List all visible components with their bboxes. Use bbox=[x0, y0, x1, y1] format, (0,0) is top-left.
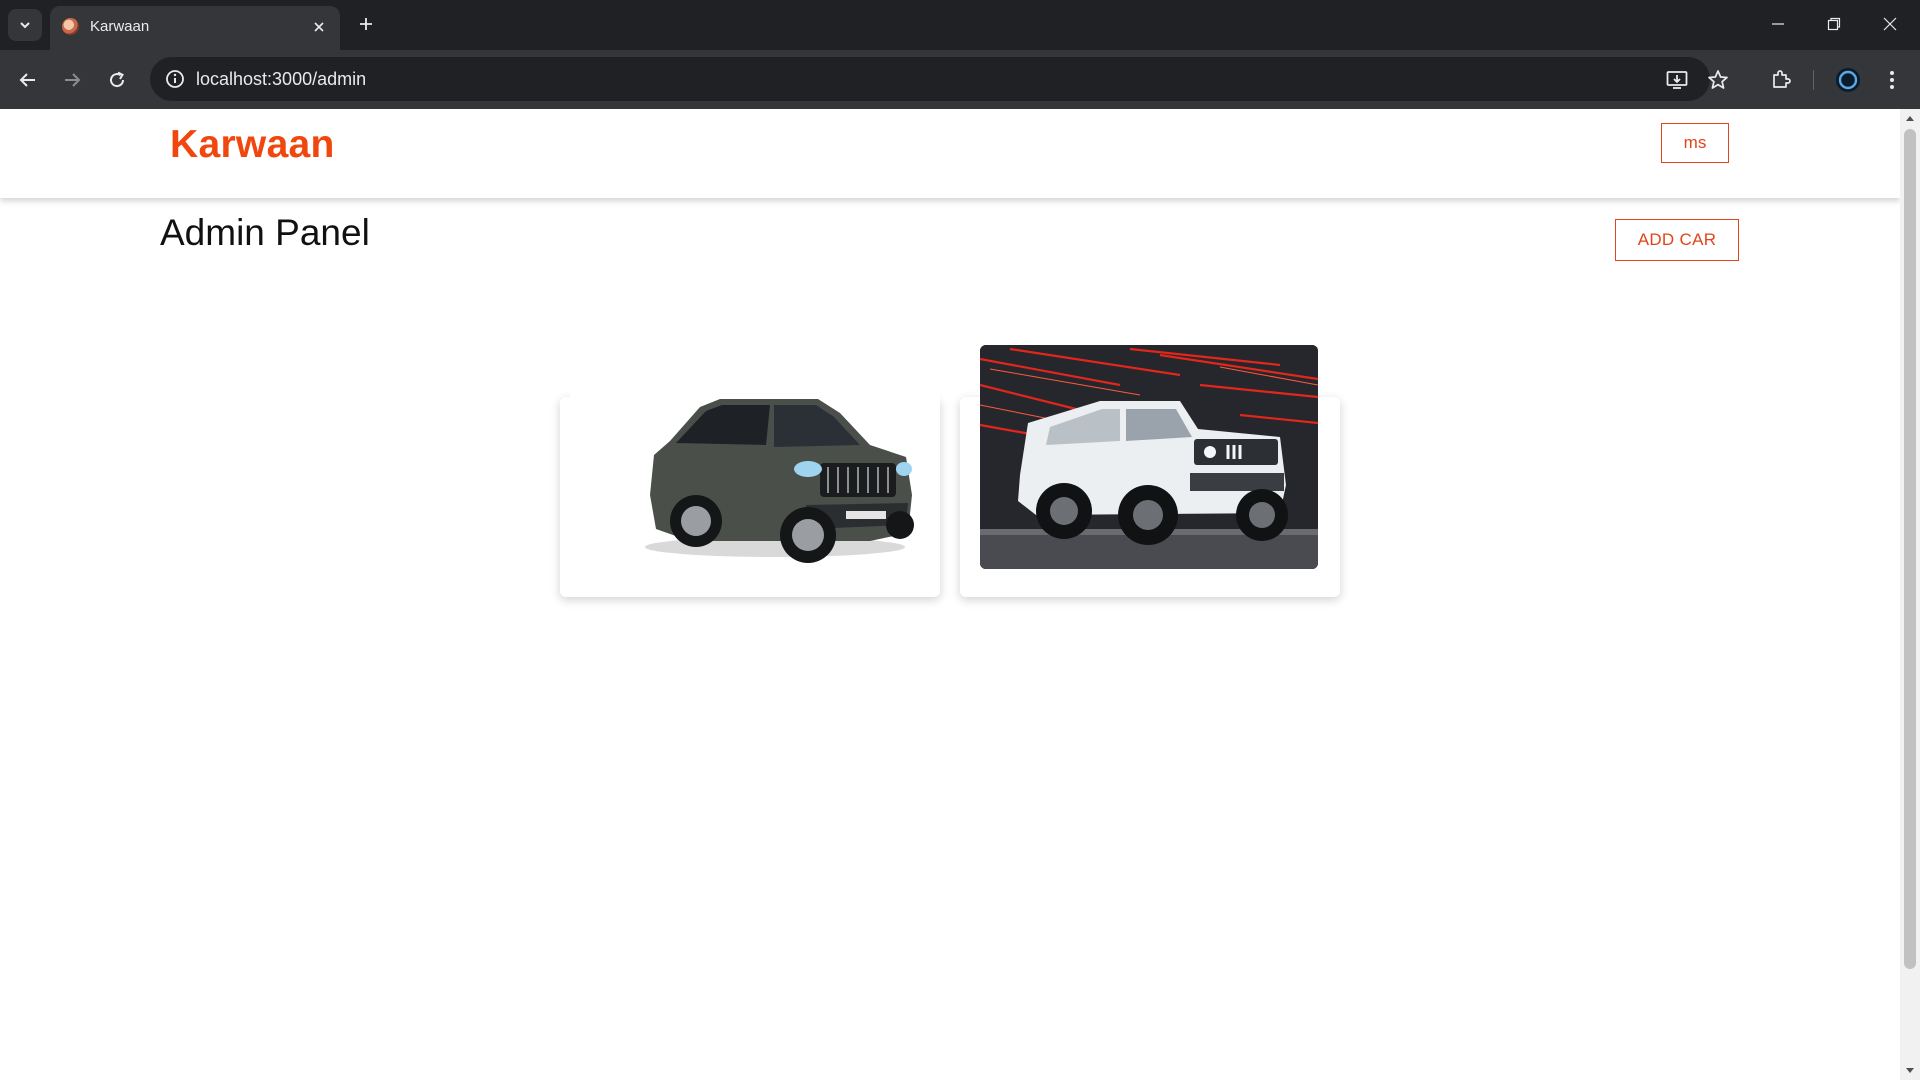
site-navbar: Karwaan ms bbox=[0, 109, 1900, 198]
site-info-button[interactable] bbox=[160, 64, 190, 94]
tab-search-button[interactable] bbox=[8, 9, 42, 41]
reload-button[interactable] bbox=[101, 64, 133, 96]
tab-close-button[interactable] bbox=[308, 16, 330, 38]
menu-button[interactable] bbox=[1876, 64, 1908, 96]
close-icon bbox=[1883, 17, 1897, 31]
browser-toolbar: localhost:3000/admin bbox=[0, 50, 1920, 109]
star-icon bbox=[1708, 70, 1728, 89]
url-text: localhost:3000/admin bbox=[196, 69, 367, 89]
back-button[interactable] bbox=[12, 64, 44, 96]
car-photo-offroad-icon bbox=[980, 345, 1318, 569]
add-car-button[interactable]: ADD CAR bbox=[1615, 219, 1739, 261]
user-menu-button[interactable]: ms bbox=[1661, 123, 1729, 163]
profile-avatar-icon bbox=[1836, 68, 1860, 92]
arrow-right-icon bbox=[65, 73, 81, 87]
favicon-icon bbox=[62, 18, 79, 35]
restore-icon bbox=[1827, 17, 1841, 31]
forward-button[interactable] bbox=[56, 64, 88, 96]
plus-icon bbox=[360, 18, 372, 30]
install-app-button[interactable] bbox=[1662, 65, 1692, 95]
address-bar[interactable]: localhost:3000/admin bbox=[150, 57, 1710, 101]
car-photo-suv-icon bbox=[645, 399, 914, 563]
close-window-button[interactable] bbox=[1867, 4, 1913, 44]
page-scrollbar[interactable] bbox=[1900, 109, 1920, 1080]
browser-tab[interactable]: Karwaan bbox=[50, 6, 340, 50]
scroll-up-button[interactable] bbox=[1900, 109, 1920, 127]
kebab-menu-icon bbox=[1890, 71, 1894, 89]
bookmark-button[interactable] bbox=[1702, 64, 1734, 96]
toolbar-divider bbox=[1813, 70, 1814, 90]
extensions-button[interactable] bbox=[1765, 64, 1797, 96]
minimize-icon bbox=[1772, 23, 1784, 25]
minimize-button[interactable] bbox=[1755, 4, 1801, 44]
page-title: Admin Panel bbox=[160, 212, 370, 253]
profile-button[interactable] bbox=[1832, 64, 1864, 96]
browser-tabstrip: Karwaan bbox=[0, 0, 1920, 50]
car-image[interactable] bbox=[570, 345, 940, 567]
new-tab-button[interactable] bbox=[352, 10, 380, 38]
car-image[interactable] bbox=[980, 345, 1318, 569]
tab-title: Karwaan bbox=[90, 18, 150, 35]
chevron-down-icon bbox=[20, 22, 30, 29]
close-icon bbox=[314, 22, 324, 32]
restore-button[interactable] bbox=[1811, 4, 1857, 44]
install-icon bbox=[1666, 71, 1688, 89]
page-viewport: Karwaan ms Admin Panel ADD CAR bbox=[0, 109, 1900, 1080]
scrollbar-thumb[interactable] bbox=[1904, 129, 1916, 969]
arrow-left-icon bbox=[19, 73, 35, 87]
brand-logo[interactable]: Karwaan bbox=[170, 123, 335, 167]
scroll-down-button[interactable] bbox=[1900, 1062, 1920, 1080]
triangle-up-icon bbox=[1906, 116, 1914, 121]
info-icon bbox=[166, 70, 184, 88]
triangle-down-icon bbox=[1906, 1068, 1914, 1073]
puzzle-icon bbox=[1773, 70, 1791, 88]
reload-icon bbox=[110, 71, 125, 88]
